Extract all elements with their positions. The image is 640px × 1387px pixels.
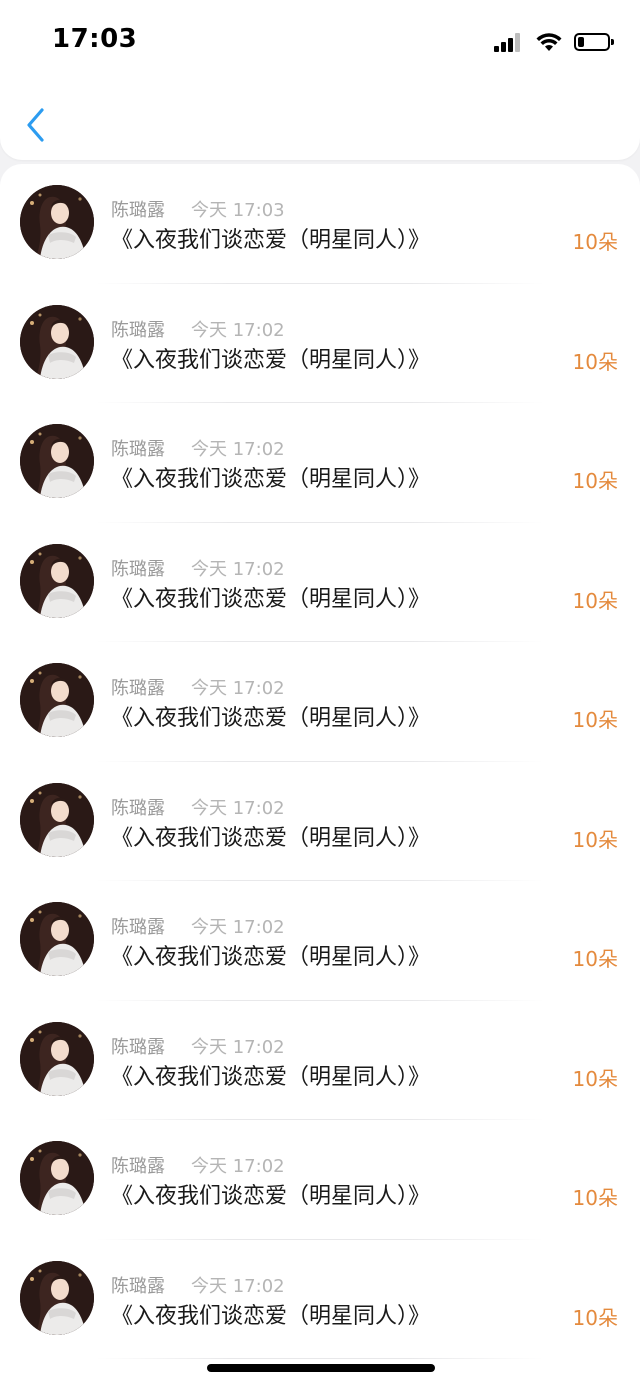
timestamp: 今天 17:02 <box>191 797 285 819</box>
sender-name: 陈璐露 <box>111 678 165 699</box>
flower-count: 10朵 <box>572 827 618 852</box>
sender-name: 陈璐露 <box>111 558 165 580</box>
timestamp: 今天 17:02 <box>191 917 285 938</box>
battery-icon <box>574 33 614 51</box>
list-item[interactable]: 陈璐露 今天 17:02 《入夜我们谈恋爱（明星同人）》 10朵 <box>0 523 640 642</box>
book-title: 《入夜我们谈恋爱（明星同人）》 <box>111 1303 431 1329</box>
timestamp: 今天 17:02 <box>191 439 285 460</box>
sender-name: 陈璐露 <box>111 439 165 460</box>
back-button[interactable] <box>16 102 56 148</box>
avatar[interactable] <box>20 543 94 618</box>
list-item[interactable]: 陈璐露 今天 17:02 《入夜我们谈恋爱（明星同人）》 10朵 <box>0 881 640 1001</box>
timestamp: 今天 17:02 <box>191 319 285 341</box>
timestamp: 今天 17:02 <box>191 558 285 580</box>
book-title: 《入夜我们谈恋爱（明星同人）》 <box>111 945 431 970</box>
avatar[interactable] <box>20 304 94 379</box>
flower-count: 10朵 <box>572 349 618 374</box>
row-divider <box>96 1358 544 1359</box>
cellular-signal-icon <box>494 32 522 52</box>
status-time: 17:03 <box>52 24 138 54</box>
list-item[interactable]: 陈璐露 今天 17:02 《入夜我们谈恋爱（明星同人）》 10朵 <box>0 284 640 403</box>
avatar[interactable] <box>20 185 94 259</box>
book-title: 《入夜我们谈恋爱（明星同人）》 <box>111 706 431 731</box>
flower-count: 10朵 <box>572 230 618 254</box>
timestamp: 今天 17:02 <box>191 678 285 699</box>
navigation-header: 17:03 <box>0 0 640 160</box>
timestamp: 今天 17:02 <box>191 1036 285 1058</box>
avatar[interactable] <box>20 424 94 498</box>
avatar[interactable] <box>20 902 94 976</box>
status-icons <box>494 30 614 54</box>
list-item[interactable]: 陈璐露 今天 17:02 《入夜我们谈恋爱（明星同人）》 10朵 <box>0 1240 640 1359</box>
book-title: 《入夜我们谈恋爱（明星同人）》 <box>111 228 431 253</box>
battery-level <box>578 37 585 47</box>
flower-count: 10朵 <box>572 947 618 971</box>
avatar-photo <box>20 663 94 737</box>
timestamp: 今天 17:03 <box>191 200 285 221</box>
sender-name: 陈璐露 <box>111 797 165 819</box>
sender-name: 陈璐露 <box>111 917 165 938</box>
book-title: 《入夜我们谈恋爱（明星同人）》 <box>111 825 431 851</box>
sender-name: 陈璐露 <box>111 200 165 221</box>
avatar-photo <box>20 543 94 618</box>
flower-count: 10朵 <box>572 1066 618 1091</box>
flower-count: 10朵 <box>572 588 618 613</box>
book-title: 《入夜我们谈恋爱（明星同人）》 <box>111 467 431 492</box>
gift-record-list: 陈璐露 今天 17:03 《入夜我们谈恋爱（明星同人）》 10朵 陈璐露 今天 17:02… <box>0 164 640 1387</box>
avatar-photo <box>20 1021 94 1096</box>
book-title: 《入夜我们谈恋爱（明星同人）》 <box>111 1184 431 1209</box>
list-item[interactable]: 陈璐露 今天 17:02 《入夜我们谈恋爱（明星同人）》 10朵 <box>0 1001 640 1120</box>
sender-name: 陈璐露 <box>111 1275 165 1297</box>
avatar[interactable] <box>20 663 94 737</box>
sender-name: 陈璐露 <box>111 319 165 341</box>
sender-name: 陈璐露 <box>111 1156 165 1177</box>
avatar-photo <box>20 424 94 498</box>
chevron-left-icon <box>27 108 44 142</box>
list-item[interactable]: 陈璐露 今天 17:02 《入夜我们谈恋爱（明星同人）》 10朵 <box>0 762 640 881</box>
avatar-photo <box>20 1260 94 1335</box>
list-item[interactable]: 陈璐露 今天 17:02 《入夜我们谈恋爱（明星同人）》 10朵 <box>0 1120 640 1240</box>
book-title: 《入夜我们谈恋爱（明星同人）》 <box>111 1064 431 1090</box>
avatar-photo <box>20 782 94 857</box>
avatar[interactable] <box>20 1141 94 1215</box>
avatar-photo <box>20 1141 94 1215</box>
flower-count: 10朵 <box>572 1305 618 1330</box>
home-indicator <box>207 1364 435 1372</box>
avatar-photo <box>20 902 94 976</box>
timestamp: 今天 17:02 <box>191 1275 285 1297</box>
avatar[interactable] <box>20 1260 94 1335</box>
avatar-photo <box>20 185 94 259</box>
sender-name: 陈璐露 <box>111 1036 165 1058</box>
status-bar: 17:03 <box>0 0 640 84</box>
list-item[interactable]: 陈璐露 今天 17:02 《入夜我们谈恋爱（明星同人）》 10朵 <box>0 403 640 523</box>
book-title: 《入夜我们谈恋爱（明星同人）》 <box>111 586 431 612</box>
flower-count: 10朵 <box>572 469 618 493</box>
book-title: 《入夜我们谈恋爱（明星同人）》 <box>111 347 431 373</box>
avatar[interactable] <box>20 782 94 857</box>
flower-count: 10朵 <box>572 708 618 732</box>
list-item[interactable]: 陈璐露 今天 17:03 《入夜我们谈恋爱（明星同人）》 10朵 <box>0 164 640 284</box>
list-item[interactable]: 陈璐露 今天 17:02 《入夜我们谈恋爱（明星同人）》 10朵 <box>0 642 640 762</box>
flower-count: 10朵 <box>572 1186 618 1210</box>
wifi-icon <box>536 33 562 51</box>
timestamp: 今天 17:02 <box>191 1156 285 1177</box>
avatar[interactable] <box>20 1021 94 1096</box>
avatar-photo <box>20 304 94 379</box>
